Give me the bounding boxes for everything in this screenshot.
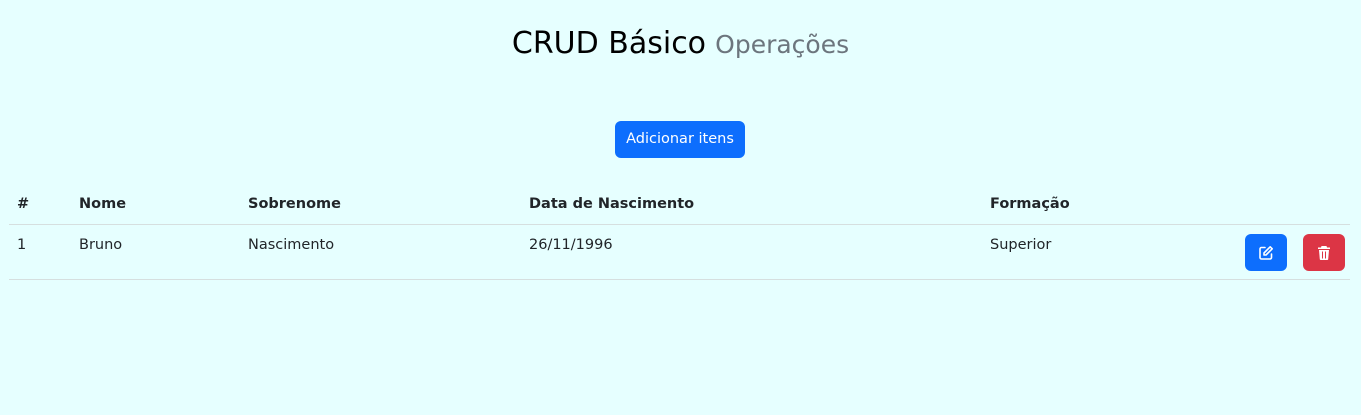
cell-data-nascimento: 26/11/1996 — [521, 224, 982, 280]
column-header-sobrenome: Sobrenome — [240, 184, 521, 225]
table-row: 1 Bruno Nascimento 26/11/1996 Superior — [9, 224, 1350, 280]
edit-icon — [1258, 245, 1274, 261]
page-subtitle: Operações — [715, 30, 850, 59]
cell-sobrenome: Nascimento — [240, 224, 521, 280]
trash-icon — [1316, 245, 1332, 261]
data-table: # Nome Sobrenome Data de Nascimento Form… — [9, 184, 1350, 280]
table-header-row: # Nome Sobrenome Data de Nascimento Form… — [9, 184, 1350, 225]
delete-button[interactable] — [1303, 234, 1345, 271]
cell-nome: Bruno — [71, 224, 240, 280]
data-table-container: # Nome Sobrenome Data de Nascimento Form… — [9, 184, 1350, 280]
page-heading: CRUD Básico Operações — [0, 22, 1361, 70]
table-body: 1 Bruno Nascimento 26/11/1996 Superior — [9, 224, 1350, 280]
table-header: # Nome Sobrenome Data de Nascimento Form… — [9, 184, 1350, 225]
edit-button[interactable] — [1245, 234, 1287, 271]
page: CRUD Básico Operações Adicionar itens # … — [0, 0, 1361, 415]
column-header-actions — [1182, 184, 1350, 225]
column-header-data-nascimento: Data de Nascimento — [521, 184, 982, 225]
cell-id: 1 — [9, 224, 71, 280]
column-header-nome: Nome — [71, 184, 240, 225]
cell-formacao: Superior — [982, 224, 1182, 280]
column-header-id: # — [9, 184, 71, 225]
page-title: CRUD Básico — [511, 26, 707, 61]
add-items-button[interactable]: Adicionar itens — [615, 121, 745, 158]
column-header-formacao: Formação — [982, 184, 1182, 225]
